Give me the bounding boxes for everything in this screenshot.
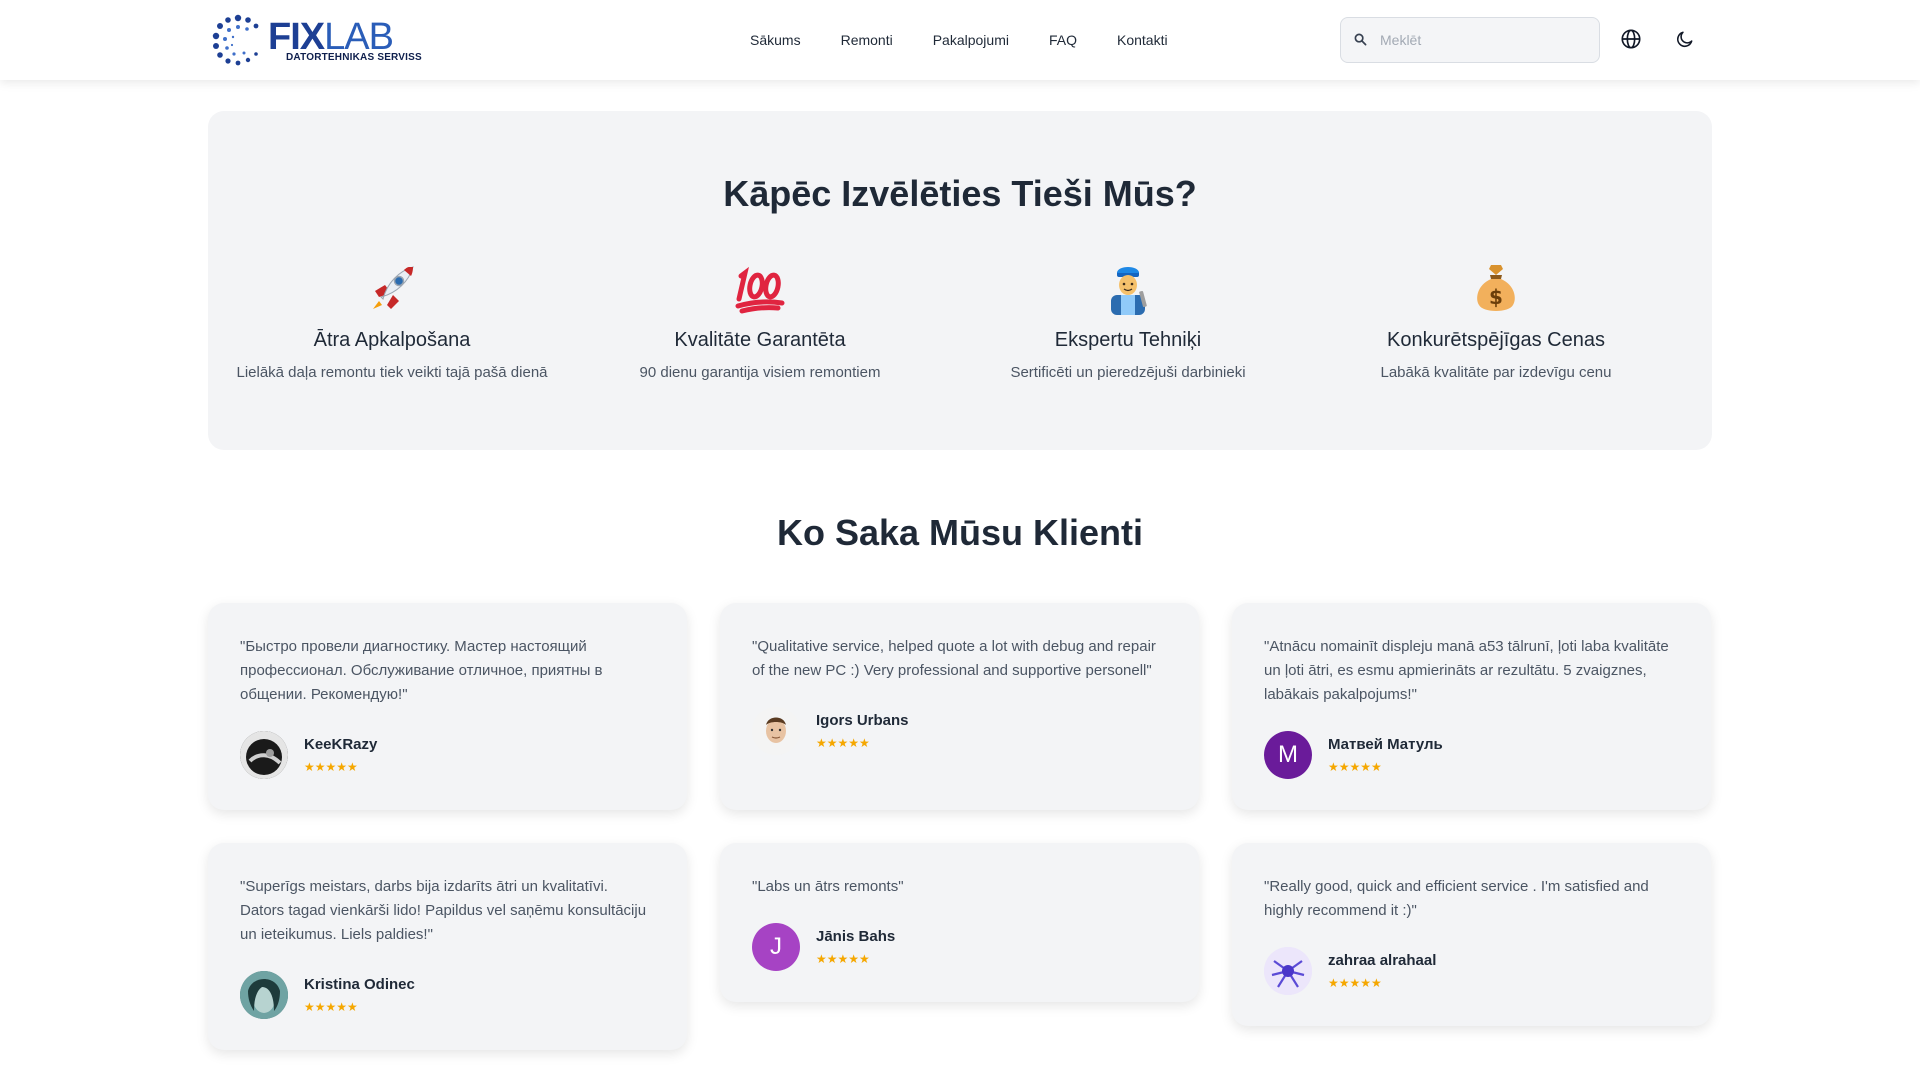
nav-pakalpojumi[interactable]: Pakalpojumi — [933, 28, 1009, 52]
testimonials-title: Ko Saka Mūsu Klienti — [776, 512, 1144, 553]
testimonial-quote: "Быстро провели диагностику. Мастер наст… — [240, 638, 603, 703]
star-rating: ★★★★★ — [816, 952, 870, 966]
author-name: Матвей Матуль — [1328, 736, 1443, 753]
testimonial-quote: "Qualitative service, helped quote a lot… — [752, 638, 1156, 679]
nav-faq[interactable]: FAQ — [1049, 28, 1077, 52]
feature-text: Lielākā daļa remontu tiek veikti tajā pa… — [236, 364, 548, 381]
moon-icon[interactable] — [1673, 27, 1697, 51]
testimonial-card: "Labs un ātrs remonts" J Jānis Bahs ★★★★… — [720, 843, 1199, 1002]
why-us-title: Kāpēc Izvēlēties Tieši Mūs? — [723, 173, 1197, 214]
star-rating: ★★★★★ — [816, 736, 870, 750]
feature-quality: Kvalitāte Garantēta 90 dienu garantija v… — [576, 261, 944, 383]
feature-title: Ekspertu Tehniķi — [1054, 329, 1202, 351]
globe-icon[interactable] — [1619, 27, 1643, 51]
testimonial-author: zahraa alrahaal ★★★★★ — [1264, 947, 1679, 995]
testimonial-author: Igors Urbans ★★★★★ — [752, 707, 1167, 755]
testimonial-quote: "Really good, quick and efficient servic… — [1264, 878, 1649, 919]
svg-text:$: $ — [1489, 285, 1503, 309]
testimonial-quote: "Superīgs meistars, darbs bija izdarīts … — [240, 878, 647, 943]
nav-remonti[interactable]: Remonti — [841, 28, 893, 52]
avatar — [752, 707, 800, 755]
star-rating: ★★★★★ — [1328, 976, 1382, 990]
testimonial-card: "Qualitative service, helped quote a lot… — [720, 603, 1199, 810]
testimonial-author: J Jānis Bahs ★★★★★ — [752, 923, 1167, 971]
main-nav: Sākums Remonti Pakalpojumi FAQ Kontakti — [750, 28, 1208, 52]
feature-text: 90 dienu garantija visiem remontiem — [639, 364, 881, 381]
mechanic-icon — [944, 261, 1312, 315]
feature-prices: $ Konkurētspējīgas Cenas Labākā kvalitāt… — [1312, 261, 1680, 383]
avatar — [1264, 947, 1312, 995]
logo[interactable]: FIXLAB DATORTEHNIKAS SERVISS — [208, 10, 422, 70]
author-name: zahraa alrahaal — [1328, 952, 1437, 969]
search-input[interactable] — [1380, 32, 1580, 48]
star-rating: ★★★★★ — [1328, 760, 1382, 774]
logo-subtitle: DATORTEHNIKAS SERVISS — [286, 52, 422, 63]
why-us-section: Kāpēc Izvēlēties Tieši Mūs? Ātra Apkalpo… — [208, 111, 1712, 450]
testimonial-card: "Быстро провели диагностику. Мастер наст… — [208, 603, 687, 810]
nav-sakums[interactable]: Sākums — [750, 28, 801, 52]
testimonial-card: "Superīgs meistars, darbs bija izdarīts … — [208, 843, 687, 1050]
testimonial-card: "Atnācu nomainīt displeju manā a53 tālru… — [1232, 603, 1711, 810]
search-icon — [1354, 33, 1368, 47]
author-name: Kristina Odinec — [304, 976, 415, 993]
nav-kontakti[interactable]: Kontakti — [1117, 28, 1168, 52]
avatar — [240, 971, 288, 1019]
avatar — [240, 731, 288, 779]
site-header: FIXLAB DATORTEHNIKAS SERVISS Sākums Remo… — [0, 0, 1920, 80]
hundred-points-icon — [576, 261, 944, 315]
avatar: J — [752, 923, 800, 971]
rocket-icon — [208, 261, 576, 315]
search-box — [1340, 17, 1600, 63]
author-name: Igors Urbans — [816, 712, 909, 729]
author-name: KeeKRazy — [304, 736, 378, 753]
feature-title: Kvalitāte Garantēta — [674, 329, 846, 351]
testimonial-quote: "Labs un ātrs remonts" — [752, 878, 904, 895]
logo-wordmark: FIXLAB — [268, 16, 394, 58]
testimonial-author: M Матвей Матуль ★★★★★ — [1264, 731, 1679, 779]
testimonial-author: KeeKRazy ★★★★★ — [240, 731, 655, 779]
feature-title: Konkurētspējīgas Cenas — [1387, 329, 1605, 351]
feature-text: Labākā kvalitāte par izdevīgu cenu — [1380, 364, 1612, 381]
money-bag-icon: $ — [1312, 261, 1680, 315]
avatar: M — [1264, 731, 1312, 779]
testimonial-quote: "Atnācu nomainīt displeju manā a53 tālru… — [1264, 638, 1669, 703]
feature-title: Ātra Apkalpošana — [313, 329, 471, 351]
testimonial-author: Kristina Odinec ★★★★★ — [240, 971, 655, 1019]
star-rating: ★★★★★ — [304, 1000, 358, 1014]
author-name: Jānis Bahs — [816, 928, 896, 945]
logo-dots-icon — [208, 10, 268, 70]
testimonial-card: "Really good, quick and efficient servic… — [1232, 843, 1711, 1026]
star-rating: ★★★★★ — [304, 760, 358, 774]
feature-experts: Ekspertu Tehniķi Sertificēti un pieredzē… — [944, 261, 1312, 383]
feature-text: Sertificēti un pieredzējuši darbinieki — [1010, 364, 1246, 381]
feature-fast-service: Ātra Apkalpošana Lielākā daļa remontu ti… — [208, 261, 576, 383]
